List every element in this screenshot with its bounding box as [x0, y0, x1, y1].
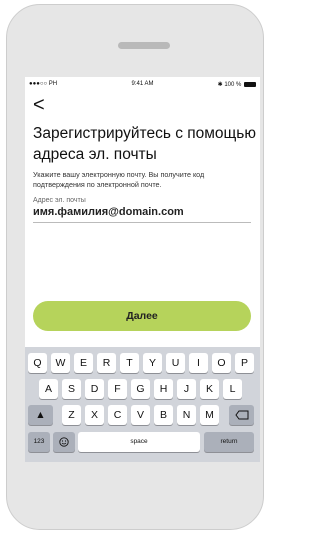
- key-u[interactable]: U: [166, 353, 185, 373]
- key-z[interactable]: Z: [62, 405, 81, 425]
- shift-key[interactable]: ▲: [28, 405, 53, 425]
- key-o[interactable]: O: [212, 353, 231, 373]
- key-w[interactable]: W: [51, 353, 70, 373]
- key-t[interactable]: T: [120, 353, 139, 373]
- key-r[interactable]: R: [97, 353, 116, 373]
- emoji-icon: [59, 437, 69, 447]
- key-l[interactable]: L: [223, 379, 242, 399]
- key-j[interactable]: J: [177, 379, 196, 399]
- phone-frame: ●●●○○ PH 9:41 AM ✱ 100 % < Зарегистрируй…: [6, 4, 264, 530]
- email-field[interactable]: имя.фамилия@domain.com: [33, 206, 251, 223]
- backspace-key[interactable]: [229, 405, 254, 425]
- battery-status: ✱ 100 %: [218, 81, 256, 88]
- email-field-label: Адрес эл. почты: [33, 197, 86, 204]
- bluetooth-icon: ✱: [217, 82, 223, 88]
- key-h[interactable]: H: [154, 379, 173, 399]
- key-i[interactable]: I: [189, 353, 208, 373]
- page-subtitle: Укажите вашу электронную почту. Вы получ…: [33, 170, 205, 189]
- key-v[interactable]: V: [131, 405, 150, 425]
- space-key[interactable]: space: [78, 432, 200, 452]
- key-b[interactable]: B: [154, 405, 173, 425]
- return-key[interactable]: return: [204, 432, 254, 452]
- keyboard: Q W E R T Y U I O P A S D F G H J K L ▲ …: [25, 347, 260, 462]
- key-k[interactable]: K: [200, 379, 219, 399]
- status-bar: ●●●○○ PH 9:41 AM ✱ 100 %: [25, 77, 260, 91]
- phone-speaker: [118, 42, 170, 49]
- numbers-key[interactable]: 123: [28, 432, 50, 452]
- key-d[interactable]: D: [85, 379, 104, 399]
- key-p[interactable]: P: [235, 353, 254, 373]
- key-c[interactable]: C: [108, 405, 127, 425]
- key-g[interactable]: G: [131, 379, 150, 399]
- key-y[interactable]: Y: [143, 353, 162, 373]
- key-e[interactable]: E: [74, 353, 93, 373]
- key-m[interactable]: M: [200, 405, 219, 425]
- page-title: Зарегистрируйтесь с помощью адреса эл. п…: [33, 125, 256, 163]
- battery-percent: 100 %: [224, 82, 242, 88]
- key-a[interactable]: A: [39, 379, 58, 399]
- key-s[interactable]: S: [62, 379, 81, 399]
- emoji-key[interactable]: [53, 432, 75, 452]
- key-n[interactable]: N: [177, 405, 196, 425]
- key-x[interactable]: X: [85, 405, 104, 425]
- shift-arrow-icon: ▲: [35, 409, 46, 421]
- backspace-icon: [234, 410, 248, 420]
- app-screen: ●●●○○ PH 9:41 AM ✱ 100 % < Зарегистрируй…: [25, 77, 260, 462]
- key-q[interactable]: Q: [28, 353, 47, 373]
- next-button[interactable]: Далее: [33, 301, 251, 331]
- battery-icon: [244, 81, 256, 87]
- back-button[interactable]: <: [33, 95, 45, 115]
- key-f[interactable]: F: [108, 379, 127, 399]
